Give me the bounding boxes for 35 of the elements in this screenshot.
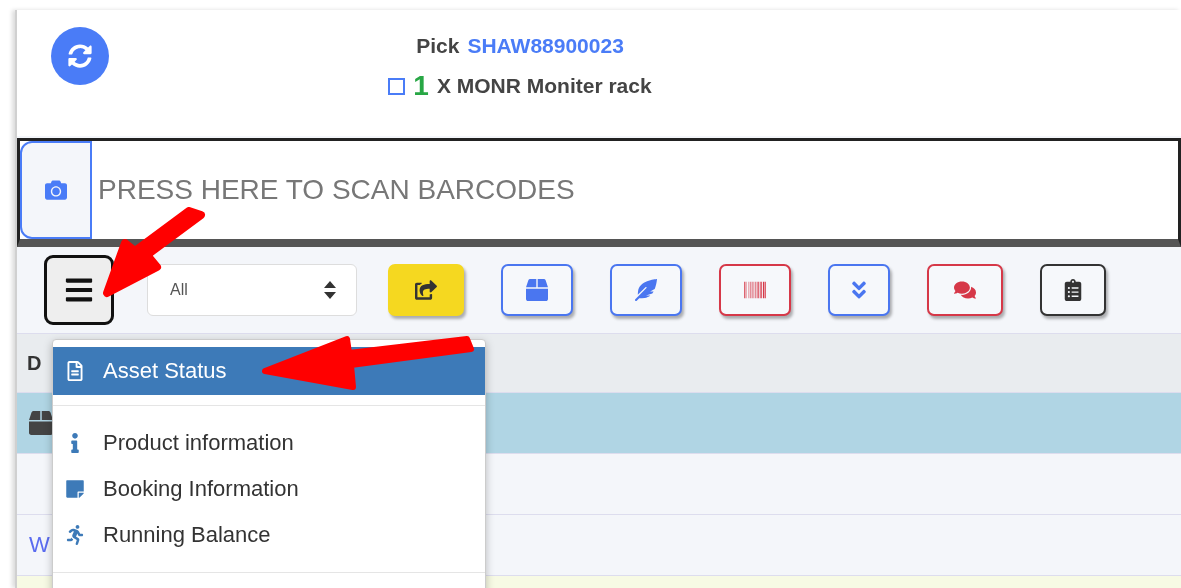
menu-item[interactable]: Running Balance [53,512,485,558]
barcode-icon [744,279,766,301]
menu-item[interactable]: Booking Information [53,466,485,512]
row-link[interactable]: W [29,532,50,558]
page-title: Pick [416,34,460,58]
share-icon [415,279,437,301]
menu-item[interactable]: Product information [53,420,485,466]
camera-icon [45,179,67,201]
order-link[interactable]: SHAW88900023 [467,34,624,58]
sort-arrows-icon [324,281,336,299]
item-quantity: 1 [413,70,429,102]
refresh-button[interactable] [51,27,109,85]
scan-field[interactable]: PRESS HERE TO SCAN BARCODES [17,138,1181,247]
share-button[interactable] [388,264,464,316]
filter-select[interactable]: All [147,264,357,316]
clipboard-icon [1062,279,1084,301]
barcode-button[interactable] [719,264,791,316]
refresh-icon [68,44,92,68]
item-checkbox[interactable] [388,77,406,95]
feather-button[interactable] [610,264,682,316]
menu-button[interactable] [44,255,114,325]
camera-button[interactable] [20,141,92,239]
item-description: X MONR Moniter rack [436,74,652,98]
double-down-button[interactable] [828,264,890,316]
box-icon [29,411,53,435]
box-button[interactable] [501,264,573,316]
sticky-note-icon [65,479,85,499]
running-person-icon [65,525,85,545]
column-header: D [27,351,42,375]
feather-icon [635,279,657,301]
comments-icon [954,279,976,301]
comments-button[interactable] [927,264,1003,316]
file-icon [65,361,85,381]
clipboard-button[interactable] [1040,264,1106,316]
box-icon [526,279,548,301]
